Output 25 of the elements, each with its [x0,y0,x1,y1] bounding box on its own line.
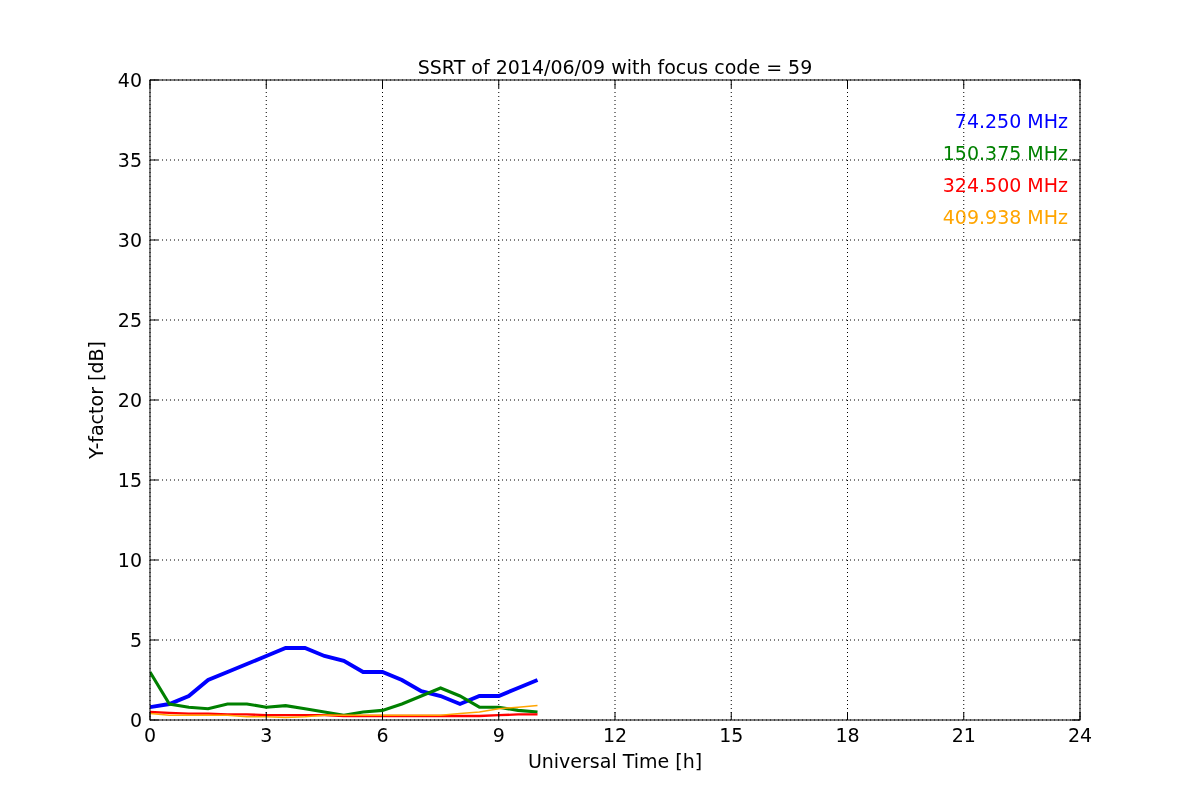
axis-label: Universal Time [h] [527,750,703,772]
tick-label: 15 [117,469,142,491]
chart-title: SSRT of 2014/06/09 with focus code = 59 [417,56,813,78]
tick-label: 40 [117,69,142,91]
tick-label: 20 [117,389,142,411]
tick-label: 18 [835,724,860,746]
tick-label: 9 [492,724,505,746]
tick-label: 12 [602,724,628,746]
tick-label: 3 [260,724,273,746]
tick-label: 10 [117,549,142,571]
tick-label: 21 [951,724,976,746]
legend-label: 324.500 MHz [942,174,1068,196]
tick-label: 6 [376,724,389,746]
tick-label: 35 [117,149,142,171]
tick-label: 25 [117,309,142,331]
axis-label: Y-factor [dB] [85,341,107,459]
legend-label: 74.250 MHz [954,110,1068,132]
tick-label: 24 [1067,724,1093,746]
tick-label: 0 [143,724,157,746]
tick-label: 30 [117,229,142,251]
legend-label: 150.375 MHz [942,142,1068,164]
legend-label: 409.938 MHz [942,206,1068,228]
tick-label: 15 [719,724,744,746]
tick-label: 0 [129,709,142,731]
tick-label: 5 [129,629,142,651]
